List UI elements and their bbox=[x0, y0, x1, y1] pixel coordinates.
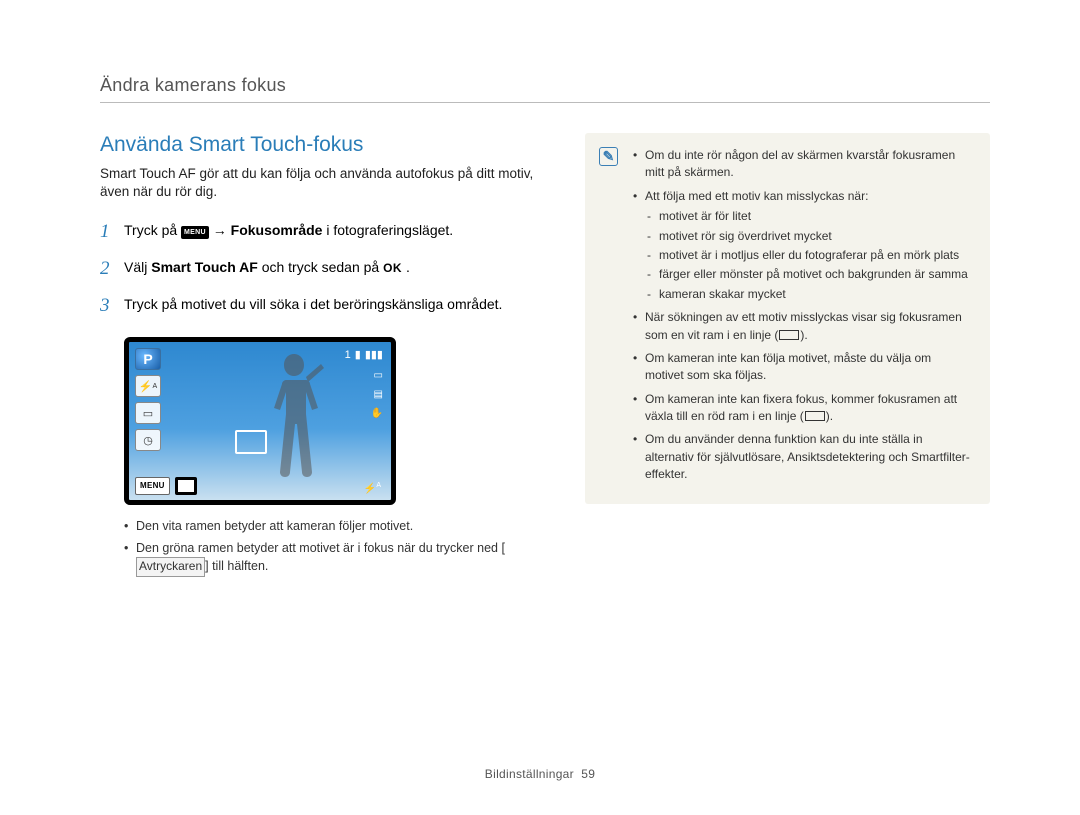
note-box: ✎ Om du inte rör någon del av skärmen kv… bbox=[585, 133, 990, 504]
note-item: Om du inte rör någon del av skärmen kvar… bbox=[633, 147, 972, 182]
section-heading: Använda Smart Touch-fokus bbox=[100, 133, 540, 157]
ok-label: OK bbox=[383, 261, 402, 275]
screenshot-menu-button: MENU bbox=[135, 477, 170, 495]
step2-mid: och tryck sedan på bbox=[262, 259, 383, 275]
note-subitem: kameran skakar mycket bbox=[645, 286, 972, 303]
right-column: ✎ Om du inte rör någon del av skärmen kv… bbox=[585, 133, 990, 581]
frame-icon bbox=[805, 411, 825, 421]
legend-item: Den vita ramen betyder att kameran följe… bbox=[124, 517, 540, 535]
note-subitem: färger eller mönster på motivet och bakg… bbox=[645, 266, 972, 283]
step-3: 3 Tryck på motivet du vill söka i det be… bbox=[100, 293, 540, 320]
note-subitem: motivet är för litet bbox=[645, 208, 972, 225]
note-subitem: motivet är i motljus eller du fotografer… bbox=[645, 247, 972, 264]
step1-suffix: i fotograferingsläget. bbox=[326, 222, 453, 238]
mode-p-icon: P bbox=[135, 348, 161, 370]
left-column: Använda Smart Touch-fokus Smart Touch AF… bbox=[100, 133, 540, 581]
legend-item: Den gröna ramen betyder att motivet är i… bbox=[124, 539, 540, 577]
shutter-key: Avtryckaren bbox=[136, 557, 205, 576]
ois-icon: ✋ bbox=[371, 408, 383, 419]
step-number: 2 bbox=[100, 256, 124, 283]
step1-prefix: Tryck på bbox=[124, 222, 181, 238]
note-item: Att följa med ett motiv kan misslyckas n… bbox=[633, 188, 972, 303]
step2-prefix: Välj bbox=[124, 259, 151, 275]
shot-count: 1 bbox=[345, 349, 351, 361]
step1-arrow: → bbox=[213, 222, 231, 238]
focus-frame bbox=[235, 430, 267, 454]
note-item: Om kameran inte kan fixera fokus, kommer… bbox=[633, 391, 972, 426]
note-item: Om du använder denna funktion kan du int… bbox=[633, 431, 972, 483]
step-number: 3 bbox=[100, 293, 124, 320]
note-item: Om kameran inte kan följa motivet, måste… bbox=[633, 350, 972, 385]
step-2: 2 Välj Smart Touch AF och tryck sedan på… bbox=[100, 256, 540, 283]
focus-area-icon: ▭ bbox=[135, 402, 161, 424]
section-intro: Smart Touch AF gör att du kan följa och … bbox=[100, 165, 540, 201]
step-number: 1 bbox=[100, 219, 124, 246]
step2-suffix: . bbox=[406, 259, 410, 275]
legend-bullets: Den vita ramen betyder att kameran följe… bbox=[124, 517, 540, 577]
page-header: Ändra kamerans fokus bbox=[100, 75, 990, 103]
menu-icon: MENU bbox=[181, 226, 209, 239]
camera-screenshot: P ⚡A ▭ ◷ MENU 1 ▮ ▮▮▮ ▭ ▤ ✋ bbox=[124, 337, 396, 505]
step1-bold: Fokusområde bbox=[231, 222, 323, 238]
note-item: När sökningen av ett motiv misslyckas vi… bbox=[633, 309, 972, 344]
frame-icon bbox=[779, 330, 799, 340]
page-footer: Bildinställningar 59 bbox=[0, 767, 1080, 781]
steps-list: 1 Tryck på MENU → Fokusområde i fotograf… bbox=[100, 219, 540, 319]
subject-silhouette bbox=[264, 354, 324, 494]
step3-text: Tryck på motivet du vill söka i det berö… bbox=[124, 293, 502, 320]
note-icon: ✎ bbox=[599, 147, 618, 166]
flash-auto-icon: ⚡ bbox=[364, 483, 376, 494]
size-icon: ▭ bbox=[374, 370, 383, 381]
step-1: 1 Tryck på MENU → Fokusområde i fotograf… bbox=[100, 219, 540, 246]
flash-icon: ⚡A bbox=[135, 375, 161, 397]
quality-icon: ▤ bbox=[374, 389, 383, 400]
display-icon bbox=[175, 477, 197, 495]
note-subitem: motivet rör sig överdrivet mycket bbox=[645, 228, 972, 245]
step2-bold: Smart Touch AF bbox=[151, 259, 258, 275]
timer-icon: ◷ bbox=[135, 429, 161, 451]
memory-icon: ▮ bbox=[355, 348, 361, 361]
battery-icon: ▮▮▮ bbox=[365, 348, 383, 361]
